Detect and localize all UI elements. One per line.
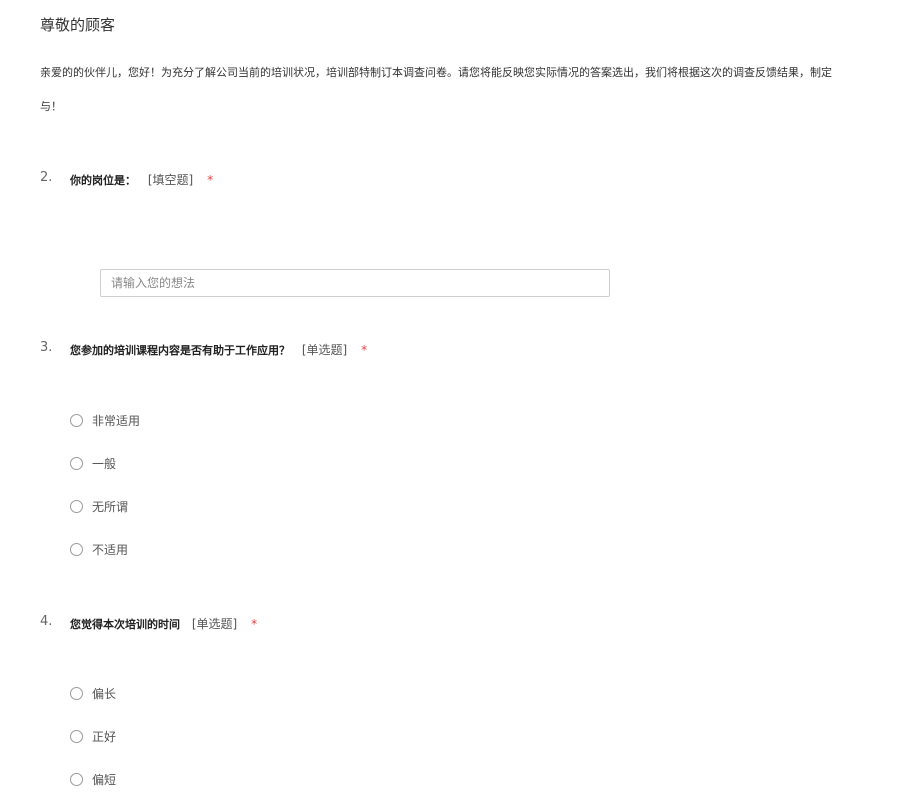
question-2-number: 2.: [40, 170, 53, 185]
question-4-number: 4.: [40, 614, 53, 629]
intro-text-line-1: 亲爱的的伙伴儿，您好！为充分了解公司当前的培训状况，培训部特制订本调查问卷。请您…: [40, 66, 832, 79]
question-3-option[interactable]: 一般: [70, 453, 116, 473]
question-4-option[interactable]: 偏长: [70, 683, 116, 703]
question-2-title-text: 你的岗位是：: [70, 174, 136, 187]
question-3-number: 3.: [40, 340, 53, 355]
question-3-title: 您参加的培训课程内容是否有助于工作应用？ [单选题] *: [70, 341, 367, 358]
question-2: 2. 你的岗位是： [填空题] *: [40, 168, 900, 297]
question-4-option-label: 偏长: [92, 686, 117, 701]
question-2-type: [填空题]: [147, 173, 194, 187]
question-4-header: 4. 您觉得本次培训的时间 [单选题] *: [40, 612, 900, 636]
question-3-option[interactable]: 非常适用: [70, 410, 140, 430]
question-4-option[interactable]: 偏短: [70, 769, 116, 789]
question-4-required-mark: *: [251, 617, 258, 631]
survey-intro: 亲爱的的伙伴儿，您好！为充分了解公司当前的培训状况，培训部特制订本调查问卷。请您…: [40, 56, 900, 124]
question-3-option-label: 无所谓: [92, 499, 129, 514]
question-4-title: 您觉得本次培训的时间 [单选题] *: [70, 615, 257, 632]
question-4: 4. 您觉得本次培训的时间 [单选题] * 偏长 正好 偏短: [40, 612, 900, 787]
question-3-option-label: 一般: [92, 456, 117, 471]
radio-button[interactable]: [70, 686, 83, 700]
radio-button[interactable]: [70, 456, 83, 470]
question-4-option-label: 正好: [92, 729, 117, 744]
question-3-type: [单选题]: [301, 343, 348, 357]
question-3-required-mark: *: [361, 343, 368, 357]
question-4-option-label: 偏短: [92, 772, 117, 787]
question-2-answer-input[interactable]: [100, 269, 610, 297]
radio-button[interactable]: [70, 413, 83, 427]
radio-button[interactable]: [70, 772, 83, 786]
survey-greeting: 尊敬的顾客: [40, 16, 116, 34]
question-4-option[interactable]: 正好: [70, 726, 116, 746]
radio-button[interactable]: [70, 499, 83, 513]
question-4-type: [单选题]: [191, 617, 238, 631]
question-2-header: 2. 你的岗位是： [填空题] *: [40, 168, 900, 192]
question-3-option-label: 不适用: [92, 542, 129, 557]
question-3-option[interactable]: 无所谓: [70, 496, 128, 516]
question-3: 3. 您参加的培训课程内容是否有助于工作应用？ [单选题] * 非常适用 一般 …: [40, 338, 900, 557]
question-3-header: 3. 您参加的培训课程内容是否有助于工作应用？ [单选题] *: [40, 338, 900, 362]
radio-button[interactable]: [70, 542, 83, 556]
intro-text-line-2: 与！: [40, 100, 62, 113]
question-3-title-text: 您参加的培训课程内容是否有助于工作应用？: [70, 344, 290, 357]
question-4-title-text: 您觉得本次培训的时间: [70, 618, 180, 631]
question-2-title: 你的岗位是： [填空题] *: [70, 171, 213, 188]
question-2-required-mark: *: [207, 173, 214, 187]
question-3-option[interactable]: 不适用: [70, 539, 128, 559]
radio-button[interactable]: [70, 729, 83, 743]
question-3-option-label: 非常适用: [92, 413, 141, 428]
